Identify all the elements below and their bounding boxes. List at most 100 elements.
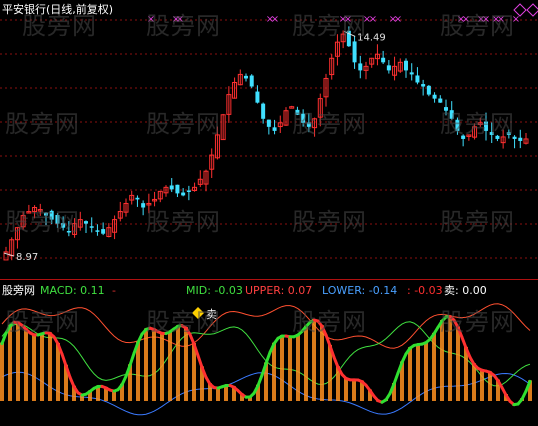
histogram-bar [424, 341, 428, 401]
histogram-bar [488, 371, 492, 401]
histogram-bar [8, 324, 12, 401]
candle-down [95, 230, 100, 232]
grid-lines [0, 19, 538, 280]
stock-title: 平安银行(日线,前复权) [2, 3, 114, 16]
candle-down [404, 60, 408, 71]
indicator-panel: 卖 [0, 303, 532, 416]
candle-down [518, 137, 523, 141]
candle-down [444, 107, 448, 111]
low-label: 8.97 [16, 252, 38, 263]
candle-down [272, 127, 277, 131]
signal-marker: × [271, 14, 279, 25]
candle-down [266, 119, 271, 127]
indicator-name: 股旁网 [2, 284, 35, 297]
macd-value: MACD: 0.11 [40, 284, 105, 297]
candle-down [426, 85, 431, 95]
candle-down [175, 184, 180, 194]
candle-down [66, 230, 71, 233]
histogram-bar [344, 377, 348, 401]
candle-down [438, 98, 443, 103]
candle-down [61, 223, 66, 228]
candle-down [244, 75, 248, 79]
candle-down [489, 132, 494, 135]
histogram-bar [456, 326, 460, 401]
signal-marker: × [462, 14, 470, 25]
candle-down [484, 121, 488, 131]
histogram-bar [144, 328, 148, 401]
histogram-bar [288, 335, 292, 401]
signal-marker: × [176, 14, 184, 25]
candlesticks [3, 26, 529, 261]
mid-value: MID: -0.03 [186, 284, 243, 297]
candle-down [455, 119, 460, 131]
candle-down [135, 197, 140, 200]
histogram-bar [432, 332, 436, 401]
histogram-bar [472, 363, 476, 401]
candle-down [295, 109, 300, 115]
macd-segment [188, 332, 196, 346]
candle-down [449, 110, 454, 119]
upper-value: UPPER: 0.07 [245, 284, 313, 297]
histogram-bar [24, 328, 28, 401]
candle-down [181, 192, 186, 196]
signal-markers: × ×× ×× ×× ×× ×× ×× ×× ×× × [147, 3, 538, 25]
histogram-bar [416, 343, 420, 401]
candle-down [306, 122, 311, 127]
macd-segment [60, 352, 68, 368]
candle-down [386, 65, 391, 71]
candle-down [49, 210, 54, 220]
candle-down [506, 132, 511, 135]
sell-value: 卖: 0.00 [444, 284, 487, 297]
candle-down [352, 41, 357, 63]
candle-down [409, 72, 414, 75]
sell-marker-label: 卖 [206, 308, 217, 321]
high-label: 14.49 [357, 32, 386, 43]
macd-extra: - [112, 284, 116, 297]
candle-down [169, 185, 174, 190]
candle-down [141, 203, 146, 208]
macd-segment [68, 375, 76, 389]
red-value: : -0.03 [407, 284, 443, 297]
candle-down [432, 94, 437, 99]
macd-segment [460, 335, 468, 350]
signal-marker: × [147, 14, 155, 25]
candle-down [358, 63, 363, 71]
histogram-bar [272, 342, 276, 401]
candle-down [186, 190, 191, 192]
diamond-marker [526, 3, 538, 17]
candle-down [84, 221, 88, 224]
histogram-bar [320, 325, 324, 401]
histogram-bar [440, 320, 444, 401]
candle-down [249, 75, 254, 87]
macd-segment [256, 373, 264, 388]
candle-down [461, 135, 466, 139]
candle-down [421, 84, 426, 87]
macd-segment [0, 331, 8, 346]
price-annotations: 14.49 8.97 [3, 31, 386, 263]
histogram-bar [40, 332, 44, 401]
sell-diamond [192, 307, 204, 319]
macd-segment [264, 350, 272, 365]
histogram-bar [448, 315, 452, 401]
histogram-bar [280, 335, 284, 401]
histogram-bar [296, 333, 300, 401]
histogram-bar [176, 325, 180, 401]
signal-marker: × [394, 14, 402, 25]
histogram-bar [352, 378, 356, 401]
stock-chart: × ×× ×× ×× ×× ×× ×× ×× ×× × 卖 14.498.97 [0, 3, 538, 416]
candle-down [255, 91, 260, 103]
histogram-bar [312, 318, 316, 401]
histogram-bar [56, 342, 60, 401]
candle-down [261, 103, 266, 119]
signal-marker: × [512, 14, 520, 25]
macd-segment [128, 351, 136, 367]
candle-down [55, 215, 60, 224]
histogram-bar [48, 332, 52, 401]
histogram-bar [16, 321, 20, 401]
macd-segment [332, 355, 340, 369]
signal-marker: × [497, 14, 505, 25]
histogram-bar [184, 327, 188, 401]
candle-down [44, 212, 48, 216]
candle-down [301, 113, 306, 123]
low-pointer [3, 252, 15, 257]
